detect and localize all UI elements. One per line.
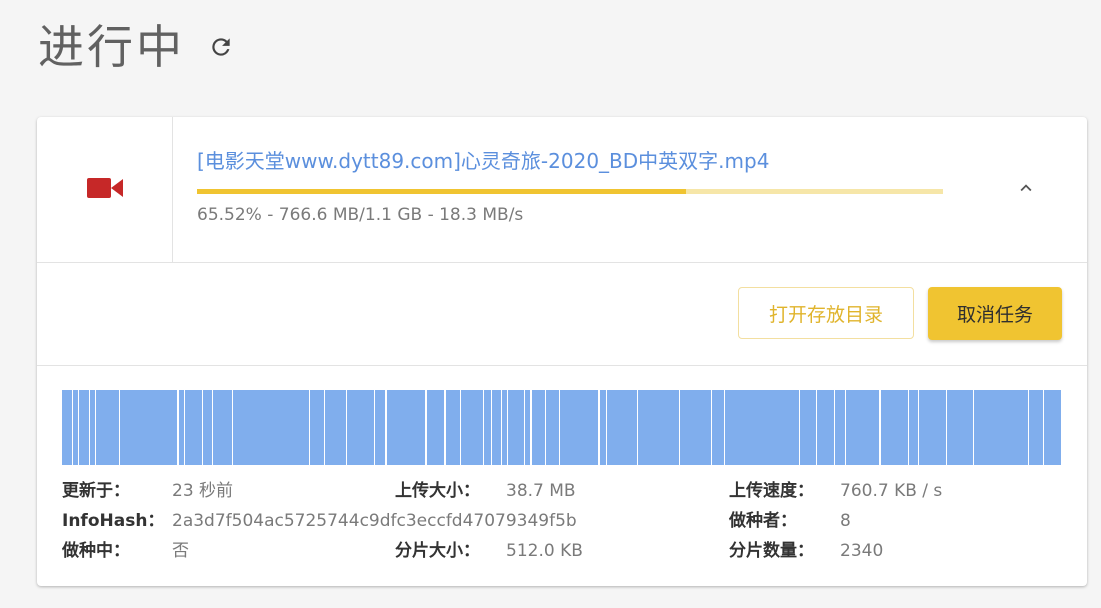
piece-gap bbox=[559, 390, 560, 465]
piece-gap bbox=[72, 390, 73, 465]
piece-gap bbox=[501, 390, 502, 465]
info-piece-count: 分片数量： 2340 bbox=[729, 536, 883, 561]
piece-count-value: 2340 bbox=[840, 541, 884, 561]
piece-gap bbox=[346, 390, 347, 465]
upload-size-label: 上传大小： bbox=[395, 481, 480, 501]
piece-size-label: 分片大小： bbox=[395, 541, 480, 561]
info-piece-size: 分片大小： 512.0 KB bbox=[395, 536, 583, 561]
piece-gap bbox=[834, 390, 835, 465]
page-header: 进行中 bbox=[38, 14, 235, 80]
cancel-task-button[interactable]: 取消任务 bbox=[928, 287, 1062, 340]
upload-speed-label: 上传速度： bbox=[729, 481, 814, 501]
open-folder-button[interactable]: 打开存放目录 bbox=[738, 287, 914, 339]
refresh-icon[interactable] bbox=[207, 33, 235, 61]
updated-label: 更新于： bbox=[62, 481, 130, 501]
upload-size-value: 38.7 MB bbox=[506, 481, 576, 501]
seeding-label: 做种中： bbox=[62, 541, 130, 561]
infohash-label: InfoHash： bbox=[62, 511, 165, 531]
seeders-value: 8 bbox=[840, 511, 851, 531]
piece-gap bbox=[1028, 390, 1029, 465]
piece-gap bbox=[598, 390, 600, 465]
piece-gap bbox=[491, 390, 492, 465]
piece-gap bbox=[483, 390, 484, 465]
piece-size-value: 512.0 KB bbox=[506, 541, 583, 561]
piece-gap bbox=[309, 390, 310, 465]
piece-gap bbox=[637, 390, 638, 465]
piece-gap bbox=[507, 390, 508, 465]
piece-gap bbox=[679, 390, 680, 465]
piece-gap bbox=[444, 390, 446, 465]
piece-gap bbox=[908, 390, 909, 465]
piece-gap bbox=[177, 390, 179, 465]
piece-gap bbox=[524, 390, 525, 465]
piece-gap bbox=[119, 390, 120, 465]
piece-gap bbox=[973, 390, 974, 465]
info-upload-size: 上传大小： 38.7 MB bbox=[395, 476, 576, 501]
piece-gap bbox=[530, 390, 532, 465]
task-summary: [电影天堂www.dytt89.com]心灵奇旅-2020_BD中英双字.mp4… bbox=[37, 117, 1087, 263]
piece-gap bbox=[799, 390, 800, 465]
piece-gap bbox=[184, 390, 185, 465]
task-actions: 打开存放目录 取消任务 bbox=[37, 263, 1087, 366]
updated-value: 23 秒前 bbox=[172, 481, 234, 501]
upload-speed-value: 760.7 KB / s bbox=[840, 481, 943, 501]
info-seeding: 做种中： 否 bbox=[62, 536, 189, 561]
piece-gap bbox=[724, 390, 725, 465]
piece-gap bbox=[816, 390, 817, 465]
piece-gap bbox=[606, 390, 607, 465]
piece-gap bbox=[946, 390, 947, 465]
piece-gap bbox=[374, 390, 375, 465]
info-updated: 更新于： 23 秒前 bbox=[62, 476, 233, 501]
piece-map bbox=[62, 390, 1061, 465]
piece-gap bbox=[879, 390, 881, 465]
page-title: 进行中 bbox=[38, 20, 185, 74]
piece-count-label: 分片数量： bbox=[729, 541, 814, 561]
piece-gap bbox=[89, 390, 90, 465]
piece-gap bbox=[385, 390, 387, 465]
download-progress-fill bbox=[197, 189, 686, 194]
piece-gap bbox=[460, 390, 461, 465]
piece-gap bbox=[95, 390, 96, 465]
piece-gap bbox=[425, 390, 427, 465]
info-seeders: 做种者： 8 bbox=[729, 506, 851, 531]
seeders-label: 做种者： bbox=[729, 511, 797, 531]
download-status: 65.52% - 766.6 MB/1.1 GB - 18.3 MB/s bbox=[197, 205, 524, 225]
piece-gap bbox=[545, 390, 546, 465]
piece-gap bbox=[845, 390, 846, 465]
task-details: 更新于： 23 秒前 上传大小： 38.7 MB 上传速度： 760.7 KB / s… bbox=[37, 366, 1087, 586]
download-progress-bar bbox=[197, 189, 943, 194]
info-infohash: InfoHash： 2a3d7f504ac5725744c9dfc3eccfd47… bbox=[62, 506, 577, 531]
file-name-link[interactable]: [电影天堂www.dytt89.com]心灵奇旅-2020_BD中英双字.mp4 bbox=[197, 145, 769, 174]
download-task-card: [电影天堂www.dytt89.com]心灵奇旅-2020_BD中英双字.mp4… bbox=[37, 117, 1087, 586]
file-type-cell bbox=[37, 117, 173, 262]
video-camera-icon bbox=[86, 176, 123, 204]
seeding-value: 否 bbox=[172, 541, 189, 561]
piece-gap bbox=[232, 390, 233, 465]
piece-gap bbox=[212, 390, 213, 465]
piece-gap bbox=[78, 390, 79, 465]
piece-gap bbox=[711, 390, 712, 465]
piece-gap bbox=[324, 390, 325, 465]
piece-gap bbox=[1043, 390, 1044, 465]
chevron-up-icon[interactable] bbox=[1013, 175, 1039, 201]
piece-gap bbox=[918, 390, 919, 465]
info-upload-speed: 上传速度： 760.7 KB / s bbox=[729, 476, 942, 501]
infohash-value: 2a3d7f504ac5725744c9dfc3eccfd47079349f5b bbox=[172, 511, 577, 531]
piece-gap bbox=[202, 390, 203, 465]
